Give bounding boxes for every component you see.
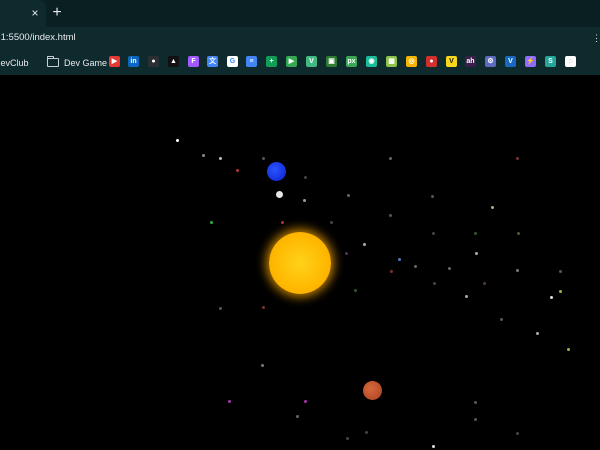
star bbox=[465, 295, 468, 298]
star bbox=[500, 318, 503, 321]
red-planet bbox=[363, 381, 382, 400]
vuetify-icon[interactable]: V bbox=[446, 56, 457, 67]
star bbox=[261, 364, 264, 367]
browser-chrome: × + .1:5500/index.html ⋮ DevClub Dev Gam… bbox=[0, 0, 600, 75]
vue-icon[interactable]: V bbox=[306, 56, 317, 67]
more-menu-icon[interactable]: ⋮ bbox=[592, 33, 600, 43]
vite-icon[interactable]: ⚡ bbox=[525, 56, 536, 67]
star bbox=[483, 282, 486, 285]
sheets-icon[interactable]: + bbox=[266, 56, 277, 67]
youtube-icon[interactable]: ▶ bbox=[109, 56, 120, 67]
star bbox=[432, 232, 435, 235]
translate-icon[interactable]: 文 bbox=[207, 56, 218, 67]
star bbox=[304, 400, 307, 403]
star bbox=[228, 400, 231, 403]
star bbox=[296, 415, 299, 418]
star bbox=[432, 445, 435, 448]
star bbox=[390, 270, 393, 273]
star bbox=[303, 199, 306, 202]
px-icon[interactable]: px bbox=[346, 56, 357, 67]
address-bar[interactable]: .1:5500/index.html ⋮ bbox=[0, 28, 600, 50]
star bbox=[491, 206, 494, 209]
bookmark-folder-devclub[interactable]: DevClub bbox=[0, 55, 29, 70]
white-moon bbox=[276, 191, 283, 198]
star bbox=[516, 157, 519, 160]
docs-icon[interactable]: ≡ bbox=[246, 56, 257, 67]
star bbox=[210, 221, 213, 224]
s-app-icon[interactable]: S bbox=[545, 56, 556, 67]
star bbox=[559, 290, 562, 293]
star bbox=[567, 348, 570, 351]
bookmark-folder-label: DevClub bbox=[0, 57, 29, 68]
sun bbox=[269, 232, 331, 294]
app-teal-icon[interactable]: ◉ bbox=[366, 56, 377, 67]
star bbox=[474, 418, 477, 421]
app-lime-icon[interactable]: ▦ bbox=[386, 56, 397, 67]
star bbox=[363, 243, 366, 246]
star bbox=[262, 306, 265, 309]
tab-strip: × + bbox=[0, 0, 600, 27]
star bbox=[517, 232, 520, 235]
star bbox=[281, 221, 284, 224]
star bbox=[448, 267, 451, 270]
figma-icon[interactable]: F bbox=[188, 56, 199, 67]
star bbox=[550, 296, 553, 299]
app-dark-icon[interactable]: ah bbox=[465, 56, 476, 67]
close-tab-icon[interactable]: × bbox=[27, 5, 43, 21]
ring-icon[interactable]: ◌ bbox=[565, 56, 576, 67]
star bbox=[219, 307, 222, 310]
star bbox=[516, 269, 519, 272]
new-tab-button[interactable]: + bbox=[48, 4, 66, 22]
star bbox=[304, 176, 307, 179]
star bbox=[347, 194, 350, 197]
app-yellow-icon[interactable]: ◎ bbox=[406, 56, 417, 67]
star bbox=[389, 157, 392, 160]
play-icon[interactable]: ▶ bbox=[286, 56, 297, 67]
star bbox=[219, 157, 222, 160]
star bbox=[433, 282, 436, 285]
bookmark-folder-label: Dev Game bbox=[64, 57, 108, 68]
url-text[interactable]: .1:5500/index.html bbox=[0, 32, 76, 43]
github-icon[interactable]: ● bbox=[148, 56, 159, 67]
star bbox=[474, 232, 477, 235]
star bbox=[236, 169, 239, 172]
star bbox=[516, 432, 519, 435]
star bbox=[345, 252, 348, 255]
star bbox=[389, 214, 392, 217]
vercel-icon[interactable]: ▲ bbox=[168, 56, 179, 67]
vuetify-blue-icon[interactable]: V bbox=[505, 56, 516, 67]
linkedin-icon[interactable]: in bbox=[128, 56, 139, 67]
star bbox=[330, 221, 333, 224]
star bbox=[475, 252, 478, 255]
active-tab[interactable]: × bbox=[0, 0, 46, 27]
blue-planet bbox=[267, 162, 286, 181]
star bbox=[414, 265, 417, 268]
star bbox=[346, 437, 349, 440]
app-red-icon[interactable]: ● bbox=[426, 56, 437, 67]
star bbox=[202, 154, 205, 157]
star bbox=[474, 401, 477, 404]
app-green-icon[interactable]: ▣ bbox=[326, 56, 337, 67]
google-icon[interactable]: G bbox=[227, 56, 238, 67]
star bbox=[354, 289, 357, 292]
star bbox=[431, 195, 434, 198]
settings-icon[interactable]: ⚙ bbox=[485, 56, 496, 67]
star bbox=[398, 258, 401, 261]
star bbox=[262, 157, 265, 160]
star bbox=[365, 431, 368, 434]
bookmark-folder-dev-game[interactable]: Dev Game bbox=[46, 55, 108, 70]
star bbox=[559, 270, 562, 273]
star bbox=[176, 139, 179, 142]
star bbox=[536, 332, 539, 335]
folder-icon bbox=[46, 56, 59, 67]
